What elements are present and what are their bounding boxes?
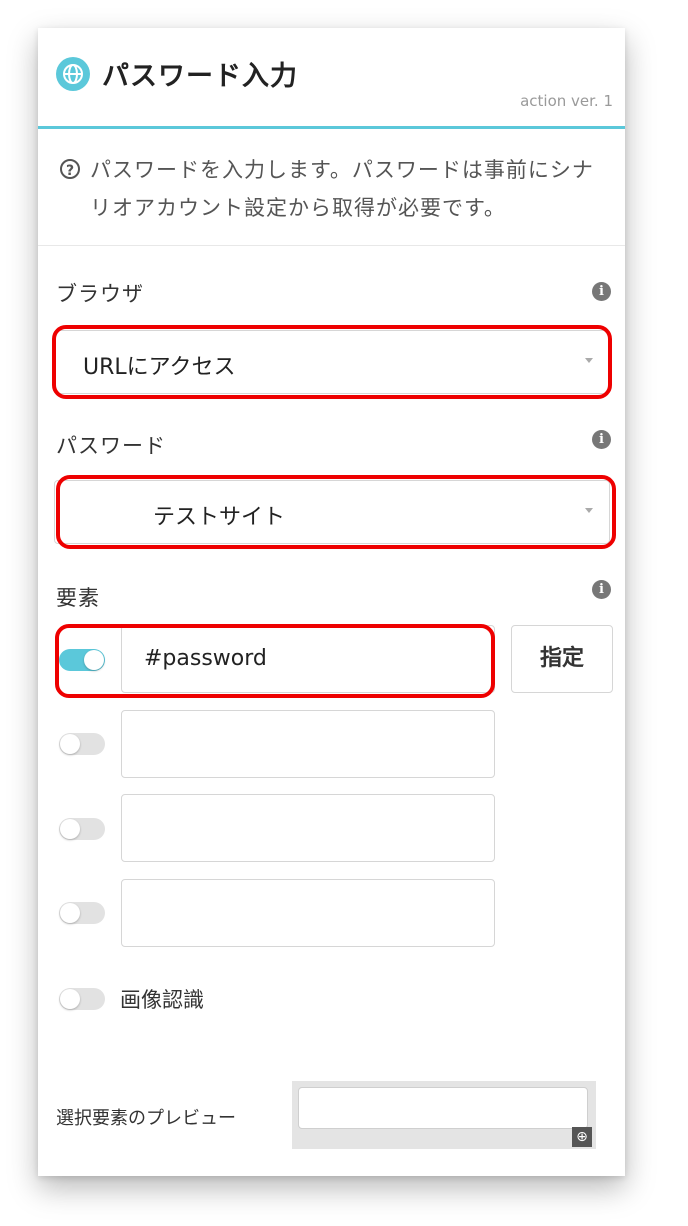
element-1-toggle[interactable] (59, 649, 105, 671)
password-label: パスワード (56, 434, 166, 458)
specify-button[interactable]: 指定 (511, 625, 613, 693)
password-select-value: テストサイト (153, 505, 286, 530)
version-text: action ver. 1 (520, 92, 613, 110)
element-4-input[interactable] (121, 879, 495, 947)
chevron-down-icon (585, 508, 593, 513)
browser-label: ブラウザ (56, 282, 144, 306)
description-section: ? パスワードを入力します。パスワードは事前にシナリオアカウント設定から取得が必… (38, 129, 625, 246)
element-4-toggle[interactable] (59, 902, 105, 924)
browser-info-icon[interactable]: i (592, 282, 611, 301)
zoom-in-icon[interactable]: ⊕ (572, 1127, 592, 1147)
image-recognition-label: 画像認識 (120, 988, 204, 1012)
browser-select[interactable]: URLにアクセス (54, 330, 610, 394)
password-info-icon[interactable]: i (592, 430, 611, 449)
image-recognition-toggle[interactable] (59, 988, 105, 1010)
elements-label: 要素 (56, 586, 100, 610)
browser-select-value: URLにアクセス (83, 355, 236, 380)
elements-info-icon[interactable]: i (592, 580, 611, 599)
preview-frame: ⊕ (292, 1081, 596, 1149)
preview-label: 選択要素のプレビュー (56, 1108, 236, 1129)
preview-box (298, 1087, 588, 1129)
action-panel: パスワード入力 action ver. 1 ? パスワードを入力します。パスワー… (38, 28, 625, 1176)
description-text: パスワードを入力します。パスワードは事前にシナリオアカウント設定から取得が必要で… (90, 158, 594, 220)
help-icon: ? (60, 159, 80, 179)
element-2-toggle[interactable] (59, 733, 105, 755)
element-3-input[interactable] (121, 794, 495, 862)
panel-header: パスワード入力 action ver. 1 (38, 28, 625, 129)
password-select[interactable]: テストサイト (54, 480, 610, 544)
element-2-input[interactable] (121, 710, 495, 778)
chevron-down-icon (585, 358, 593, 363)
globe-icon (56, 57, 90, 91)
element-1-value: #password (144, 646, 267, 671)
element-3-toggle[interactable] (59, 818, 105, 840)
element-1-input[interactable]: #password (121, 625, 495, 693)
page-title: パスワード入力 (102, 61, 298, 92)
